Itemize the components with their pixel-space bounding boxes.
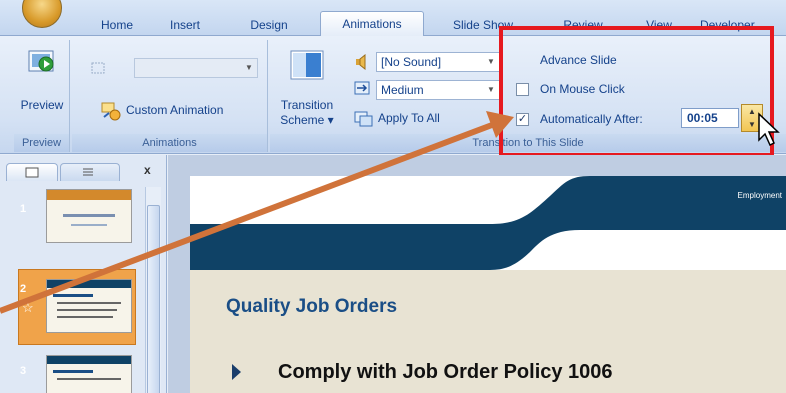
annotation-arrow bbox=[0, 111, 514, 314]
powerpoint-window: Home Insert Design Animations Slide Show… bbox=[0, 0, 786, 393]
